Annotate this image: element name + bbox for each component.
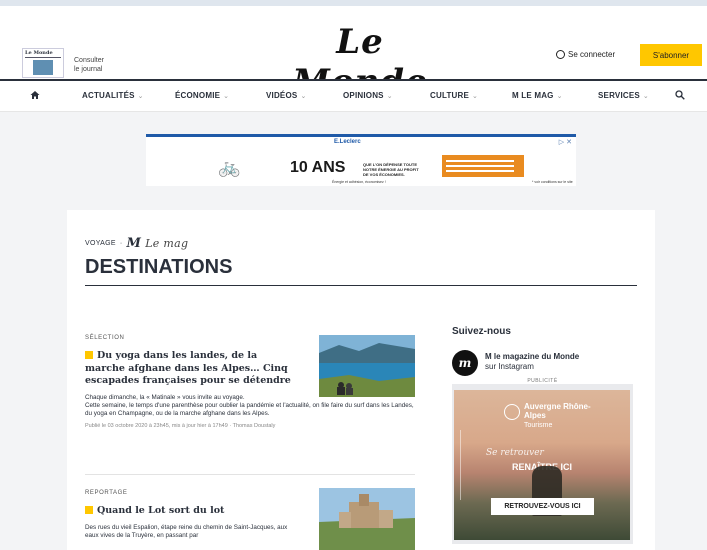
ad-script: Se retrouver <box>486 448 544 458</box>
ad-orange-panel <box>442 155 524 177</box>
article-desc-line: Des rues du vieil Espalion, étape reine … <box>85 523 288 539</box>
login-link[interactable]: Se connecter <box>556 50 615 59</box>
search-icon[interactable] <box>675 90 685 100</box>
premium-badge-icon <box>85 351 93 359</box>
rubric-separator: · <box>119 240 123 247</box>
instagram-link[interactable]: m M le magazine du Monde sur Instagram <box>452 350 638 380</box>
newspaper-thumbnail-photo <box>33 60 53 75</box>
ad-tagline: QUE L'ON DÉPENSE TOUTE NOTRE ÉNERGIE AU … <box>363 162 419 177</box>
breadcrumb: VOYAGE · M Le mag <box>85 236 188 251</box>
article-title-text: Quand le Lot sort du lot <box>97 505 225 516</box>
follow-us-heading: Suivez-nous <box>452 326 511 337</box>
nav-label: ÉCONOMIE <box>175 91 221 100</box>
chevron-down-icon: ⌄ <box>642 93 649 100</box>
article-title[interactable]: Quand le Lot sort du lot <box>85 505 295 518</box>
main-nav: ACTUALITÉS ⌄ ÉCONOMIE ⌄ VIDÉOS ⌄ OPINIONS ⌄ … <box>0 81 707 112</box>
bicycle-icon: 🚲 <box>218 157 241 177</box>
nav-item-services[interactable]: SERVICES ⌄ <box>598 91 649 100</box>
nav-item-culture[interactable]: CULTURE ⌄ <box>430 91 478 100</box>
ad-cta-button[interactable]: RETROUVEZ-VOUS ICI <box>491 498 594 515</box>
nav-label: OPINIONS <box>343 91 384 100</box>
sidebar-ad-box: Auvergne Rhône-Alpes Tourisme Se retrouv… <box>452 384 633 544</box>
ad-close-icon[interactable]: ▷ ✕ <box>559 138 572 146</box>
consult-line-2: le journal <box>74 66 103 73</box>
mountain-logo-icon <box>504 404 520 420</box>
ad-footer-text: Énergie et adhésion, économisez ! <box>332 180 386 184</box>
article-image[interactable] <box>319 335 415 397</box>
article-image[interactable] <box>319 488 415 550</box>
nav-label: ACTUALITÉS <box>82 91 135 100</box>
premium-badge-icon <box>85 506 93 514</box>
article-description: Chaque dimanche, la « Matinale » vous in… <box>85 394 415 419</box>
article-desc-line: Cette semaine, le temps d'une parenthèse… <box>85 401 414 418</box>
chevron-down-icon: ⌄ <box>300 93 307 100</box>
ad-region: Auvergne Rhône-Alpes <box>524 402 591 420</box>
page-title: DESTINATIONS <box>85 256 233 278</box>
main-content-card: VOYAGE · M Le mag DESTINATIONS SÉLECTION… <box>67 210 655 550</box>
title-divider <box>85 285 637 286</box>
nav-label: VIDÉOS <box>266 91 298 100</box>
article-card[interactable]: SÉLECTION Du yoga dans les landes, de la… <box>85 335 415 429</box>
ad-legal-text: * voir conditions sur le site <box>532 180 573 184</box>
nav-label: CULTURE <box>430 91 470 100</box>
subscribe-button[interactable]: S'abonner <box>640 44 702 66</box>
nav-item-opinions[interactable]: OPINIONS ⌄ <box>343 91 393 100</box>
login-label: Se connecter <box>568 50 616 59</box>
consult-journal-link[interactable]: Consulter le journal <box>74 56 104 74</box>
sidebar-ad[interactable]: Auvergne Rhône-Alpes Tourisme Se retrouv… <box>454 390 630 540</box>
nav-item-actualites[interactable]: ACTUALITÉS ⌄ <box>82 91 144 100</box>
chevron-down-icon: ⌄ <box>386 93 393 100</box>
nav-label: M LE MAG <box>512 91 554 100</box>
ad-title: 10 ANS <box>290 159 346 176</box>
ad-region-sub: Tourisme <box>524 422 553 429</box>
chevron-down-icon: ⌄ <box>472 93 479 100</box>
user-icon <box>556 50 565 59</box>
instagram-account-name: M le magazine du Monde <box>485 352 580 361</box>
article-title[interactable]: Du yoga dans les landes, de la marche af… <box>85 350 295 388</box>
newspaper-thumbnail-title: Le Monde <box>25 50 53 56</box>
nav-item-economie[interactable]: ÉCONOMIE ⌄ <box>175 91 229 100</box>
newspaper-thumbnail[interactable]: Le Monde <box>22 48 64 78</box>
ad-brand: E.Leclerc <box>334 139 361 145</box>
chevron-down-icon: ⌄ <box>137 93 144 100</box>
instagram-account-sub: sur Instagram <box>485 362 534 371</box>
article-card[interactable]: REPORTAGE Quand le Lot sort du lot Des r… <box>85 488 415 550</box>
top-ad-banner[interactable]: E.Leclerc ▷ ✕ 🚲 10 ANS QUE L'ON DÉPENSE … <box>146 134 576 186</box>
chevron-down-icon: ⌄ <box>556 93 563 100</box>
nav-item-m-le-mag[interactable]: M LE MAG ⌄ <box>512 91 563 100</box>
site-header: Le Monde Consulter le journal Le Monde S… <box>0 6 707 102</box>
lemag-logo[interactable]: Le mag <box>145 237 188 250</box>
m-magazine-avatar: m <box>452 350 478 376</box>
rubric-voyage[interactable]: VOYAGE <box>85 240 116 247</box>
chevron-down-icon: ⌄ <box>223 93 230 100</box>
nav-item-videos[interactable]: VIDÉOS ⌄ <box>266 91 307 100</box>
article-separator <box>85 474 415 475</box>
article-title-text: Du yoga dans les landes, de la marche af… <box>85 350 291 386</box>
home-icon[interactable] <box>30 90 40 100</box>
nav-label: SERVICES <box>598 91 640 100</box>
consult-line-1: Consulter <box>74 57 104 64</box>
m-logo[interactable]: M <box>127 236 142 251</box>
article-meta: Publié le 03 octobre 2020 à 23h45, mis à… <box>85 422 276 429</box>
